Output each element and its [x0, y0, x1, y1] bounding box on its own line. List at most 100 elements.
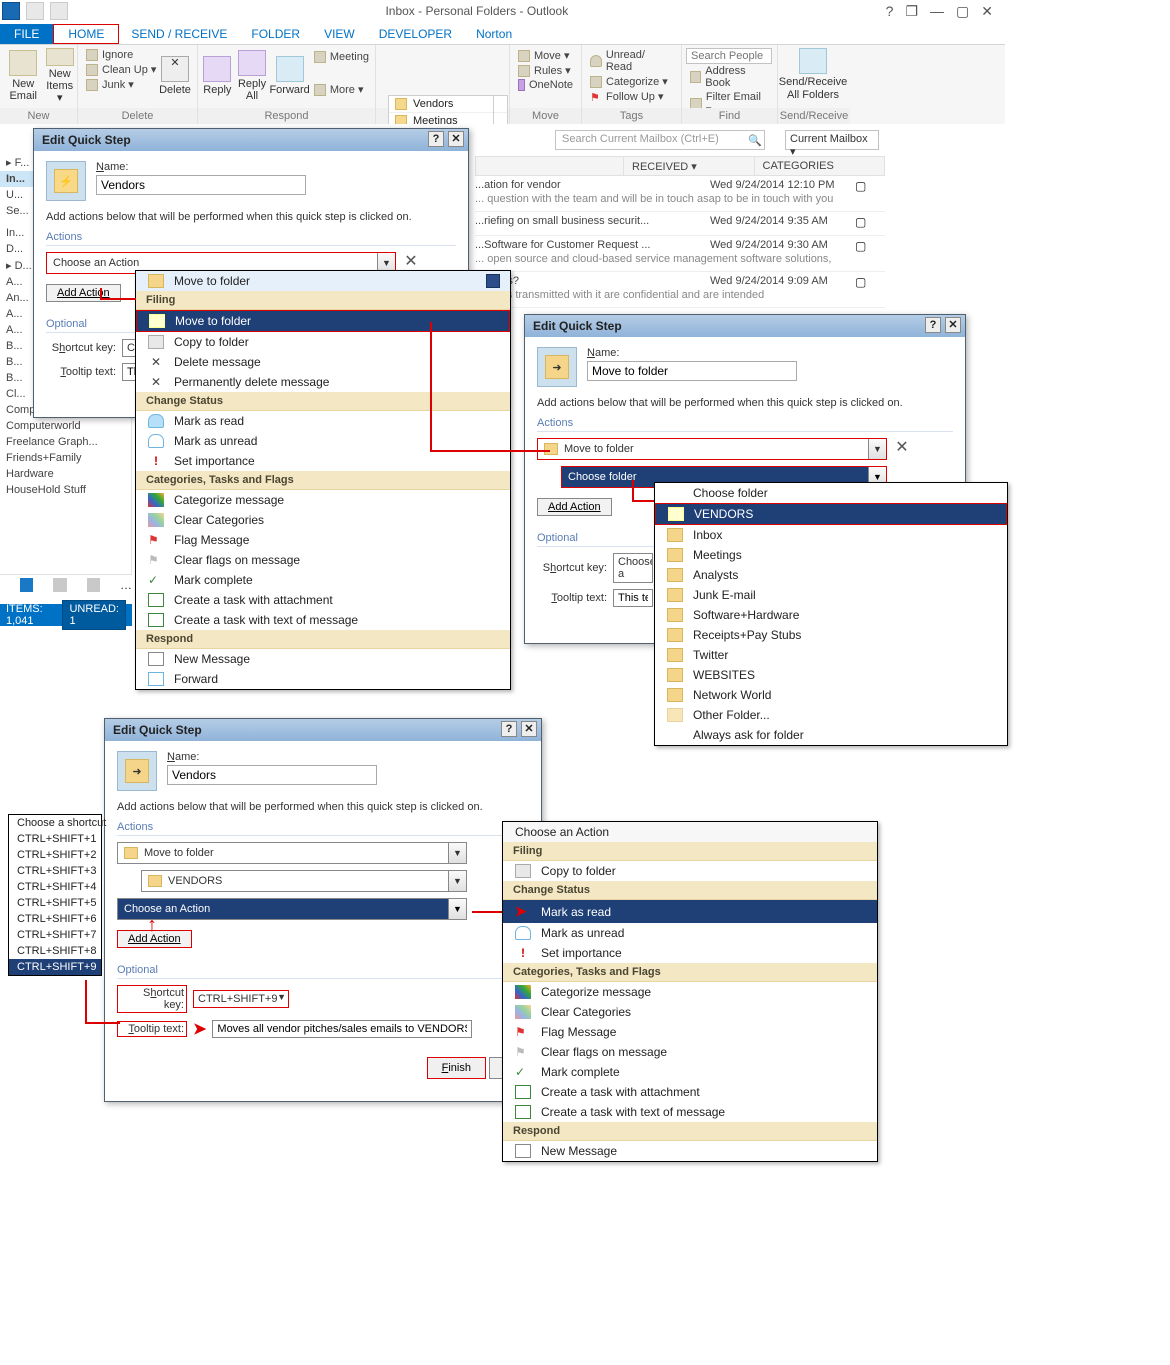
follow-up-button[interactable]: ⚑Follow Up ▾: [586, 89, 677, 104]
categorize-button[interactable]: Categorize ▾: [586, 74, 677, 89]
shortcut-2[interactable]: CTRL+SHIFT+2: [9, 847, 101, 863]
folder-meetings[interactable]: Meetings: [655, 545, 1007, 565]
add-action-button[interactable]: Add Action: [537, 498, 612, 516]
menu-flag-message[interactable]: ⚑Flag Message: [136, 530, 510, 550]
qat-send-receive-icon[interactable]: [26, 2, 44, 20]
shortcut-7[interactable]: CTRL+SHIFT+7: [9, 927, 101, 943]
qat-undo-icon[interactable]: [50, 2, 68, 20]
folder-twitter[interactable]: Twitter: [655, 645, 1007, 665]
name-input[interactable]: [96, 175, 306, 195]
new-items-button[interactable]: New Items ▾: [42, 48, 77, 104]
menu-mark-complete[interactable]: ✓Mark complete: [136, 570, 510, 590]
dialog-help-button[interactable]: ?: [925, 317, 941, 333]
qs-vendors[interactable]: Vendors: [389, 96, 507, 113]
menu-permanently-delete[interactable]: ✕Permanently delete message: [136, 372, 510, 392]
dialog-close-button[interactable]: ✕: [521, 721, 537, 737]
folder-other[interactable]: Other Folder...: [655, 705, 1007, 725]
menu-task-text[interactable]: Create a task with text of message: [136, 610, 510, 630]
quick-step-icon[interactable]: ⚡: [46, 161, 86, 201]
folder-software-hardware[interactable]: Software+Hardware: [655, 605, 1007, 625]
menu-mark-read[interactable]: Mark as read: [136, 411, 510, 431]
col-categories[interactable]: CATEGORIES: [755, 157, 885, 175]
menu-set-importance[interactable]: !Set importance: [503, 943, 877, 963]
choose-action-dropdown-2[interactable]: Choose an Action▼: [117, 898, 467, 920]
menu-clear-flags[interactable]: ⚑Clear flags on message: [136, 550, 510, 570]
tooltip-input[interactable]: [613, 589, 653, 607]
name-input[interactable]: [587, 361, 797, 381]
action-move-to-folder-dropdown[interactable]: Move to folder▼: [537, 438, 887, 460]
dialog-help-button[interactable]: ?: [501, 721, 517, 737]
menu-clear-categories[interactable]: Clear Categories: [503, 1002, 877, 1022]
shortcut-8[interactable]: CTRL+SHIFT+8: [9, 943, 101, 959]
selected-folder-dropdown[interactable]: VENDORS▼: [141, 870, 467, 892]
finish-button[interactable]: Finish: [427, 1057, 486, 1079]
shortcut-1[interactable]: CTRL+SHIFT+1: [9, 831, 101, 847]
folder-computerworld[interactable]: Computerworld: [0, 418, 131, 434]
dialog-close-button[interactable]: ✕: [945, 317, 961, 333]
tab-developer[interactable]: DEVELOPER: [367, 24, 464, 44]
menu-forward[interactable]: Forward: [136, 669, 510, 689]
move-button[interactable]: Move ▾: [514, 48, 577, 63]
mail-row[interactable]: ...Software for Customer Request ...Wed …: [475, 236, 885, 272]
tab-send-receive[interactable]: SEND / RECEIVE: [119, 24, 239, 44]
mail-row[interactable]: ...swers?Wed 9/24/2014 9:09 AM▢ ...y fil…: [475, 272, 885, 308]
ribbon-display-button[interactable]: ❐: [905, 3, 918, 20]
delete-button[interactable]: ✕Delete: [157, 48, 193, 104]
shortcut-5[interactable]: CTRL+SHIFT+5: [9, 895, 101, 911]
menu-move-to-folder[interactable]: Move to folder: [136, 310, 510, 332]
folder-always-ask[interactable]: Always ask for folder: [655, 725, 1007, 745]
action-move-to-folder-dropdown[interactable]: Move to folder▼: [117, 842, 467, 864]
more-button[interactable]: More ▾: [310, 82, 373, 97]
folder-hardware[interactable]: Hardware: [0, 466, 131, 482]
menu-delete-message[interactable]: ✕Delete message: [136, 352, 510, 372]
search-scope-dropdown[interactable]: Current Mailbox ▾: [785, 130, 879, 150]
send-receive-all-button[interactable]: Send/Receive All Folders: [778, 45, 848, 101]
shortcut-9[interactable]: CTRL+SHIFT+9: [9, 959, 101, 975]
tab-file[interactable]: FILE: [0, 24, 53, 44]
menu-mark-unread[interactable]: Mark as unread: [136, 431, 510, 451]
search-people-input[interactable]: [686, 48, 772, 64]
folder-freelance[interactable]: Freelance Graph...: [0, 434, 131, 450]
tooltip-input[interactable]: [212, 1020, 472, 1038]
dialog-help-button[interactable]: ?: [428, 131, 444, 147]
folder-analysts[interactable]: Analysts: [655, 565, 1007, 585]
menu-mark-complete[interactable]: ✓Mark complete: [503, 1062, 877, 1082]
menu-mark-unread[interactable]: Mark as unread: [503, 923, 877, 943]
dialog-close-button[interactable]: ✕: [448, 131, 464, 147]
menu-copy-to-folder[interactable]: Copy to folder: [503, 861, 877, 881]
tab-home[interactable]: HOME: [53, 24, 119, 44]
folder-network-world[interactable]: Network World: [655, 685, 1007, 705]
shortcut-3[interactable]: CTRL+SHIFT+3: [9, 863, 101, 879]
folder-receipts[interactable]: Receipts+Pay Stubs: [655, 625, 1007, 645]
dialog-title-bar[interactable]: Edit Quick Step ? ✕: [525, 315, 965, 337]
close-button[interactable]: ✕: [981, 3, 993, 20]
shortcut-6[interactable]: CTRL+SHIFT+6: [9, 911, 101, 927]
maximize-button[interactable]: ▢: [956, 3, 969, 20]
quick-step-icon[interactable]: ➜: [117, 751, 157, 791]
shortcut-4[interactable]: CTRL+SHIFT+4: [9, 879, 101, 895]
menu-categorize[interactable]: Categorize message: [503, 982, 877, 1002]
help-button[interactable]: ?: [886, 3, 894, 20]
menu-task-attachment[interactable]: Create a task with attachment: [136, 590, 510, 610]
menu-new-message[interactable]: New Message: [503, 1141, 877, 1161]
folder-websites[interactable]: WEBSITES: [655, 665, 1007, 685]
folder-inbox[interactable]: Inbox: [655, 525, 1007, 545]
folder-friends[interactable]: Friends+Family: [0, 450, 131, 466]
new-email-button[interactable]: New Email: [4, 48, 42, 104]
forward-button[interactable]: Forward: [269, 48, 309, 104]
folder-household[interactable]: HouseHold Stuff: [0, 482, 131, 498]
col-received[interactable]: RECEIVED ▾: [624, 157, 755, 175]
reply-all-button[interactable]: Reply All: [235, 48, 270, 104]
unread-read-button[interactable]: Unread/ Read: [586, 48, 677, 74]
people-view-icon[interactable]: [87, 578, 100, 592]
mail-row[interactable]: ...riefing on small business securit...W…: [475, 212, 885, 236]
minimize-button[interactable]: —: [930, 3, 944, 20]
name-input[interactable]: [167, 765, 377, 785]
address-book-button[interactable]: Address Book: [686, 64, 773, 90]
tab-norton[interactable]: Norton: [464, 24, 524, 44]
menu-flag-message[interactable]: ⚑Flag Message: [503, 1022, 877, 1042]
shortcut-dropdown[interactable]: Choose a: [613, 553, 653, 583]
menu-clear-categories[interactable]: Clear Categories: [136, 510, 510, 530]
shortcut-dropdown[interactable]: CTRL+SHIFT+9 ▼: [193, 990, 289, 1008]
more-views[interactable]: …: [120, 578, 132, 592]
